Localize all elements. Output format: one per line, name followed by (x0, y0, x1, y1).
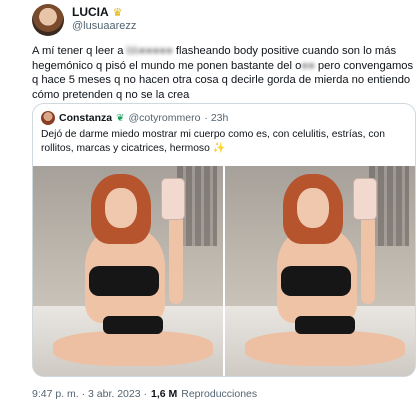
handle[interactable]: @lusuaarezz (72, 20, 136, 32)
tweet-author[interactable]: LUCIA ♛ (72, 5, 123, 19)
quote-display-name: Constanza (59, 112, 113, 124)
quote-handle: @cotyrommero (128, 112, 201, 124)
quote-text: Dejó de darme miedo mostrar mi cuerpo co… (41, 129, 385, 154)
quote-avatar (41, 111, 55, 125)
quote-header: Constanza ❦ @cotyrommero · 23h (41, 111, 228, 125)
crown-icon: ♛ (112, 6, 123, 19)
sparkle-icon: ✨ (212, 143, 226, 154)
avatar[interactable] (32, 4, 64, 36)
blurred-word: bb●●●●● (126, 45, 173, 57)
tweet: LUCIA ♛ @lusuaarezz A mí tener q leer a … (20, 0, 420, 420)
quoted-tweet[interactable]: Constanza ❦ @cotyrommero · 23h Dejó de d… (32, 103, 416, 377)
leaf-icon: ❦ (116, 112, 125, 124)
tweet-text: A mí tener q leer a bb●●●●● flasheando b… (32, 45, 414, 101)
photo[interactable] (225, 166, 415, 376)
quote-media (33, 166, 415, 376)
timestamp[interactable]: 9:47 p. m. · 3 abr. 2023 · (32, 388, 147, 400)
views-label: Reproducciones (181, 388, 258, 400)
views-count: 1,6 M (150, 388, 178, 400)
quote-age: · 23h (204, 112, 229, 124)
tweet-footer: 9:47 p. m. · 3 abr. 2023 · 1,6 M Reprodu… (32, 388, 257, 400)
blurred-word: ●● (301, 59, 315, 72)
display-name[interactable]: LUCIA (72, 5, 109, 19)
photo[interactable] (33, 166, 223, 376)
